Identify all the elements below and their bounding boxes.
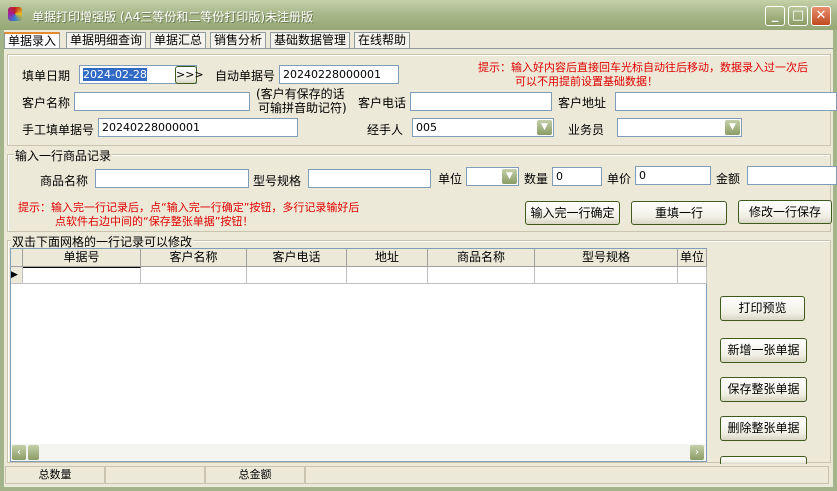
item-hint-line1: 提示：输入完一行记录后，点“输入完一行确定”按钮，多行记录输好后 (18, 201, 360, 214)
salesman-label: 业务员 (568, 123, 605, 137)
unit-label: 单位 (438, 172, 463, 186)
scroll-thumb[interactable] (28, 445, 39, 460)
column-header[interactable]: 单位 (678, 249, 707, 267)
item-group-title: 输入一行商品记录 (14, 147, 113, 164)
table-cell[interactable] (347, 267, 428, 284)
phone-input[interactable] (410, 92, 552, 111)
date-value: 2024-02-28 (83, 68, 147, 81)
auto-no-label: 自动单据号 (215, 69, 276, 83)
maximize-button[interactable]: □ (788, 6, 808, 26)
salesman-combo[interactable]: ▼ (617, 118, 742, 137)
spec-input[interactable] (308, 169, 431, 188)
scroll-right-icon[interactable]: › (690, 445, 704, 460)
scroll-left-icon[interactable]: ‹ (12, 445, 26, 460)
total-amount-label: 总金额 (205, 466, 305, 484)
total-qty-value (105, 466, 205, 484)
column-header[interactable]: 型号规格 (535, 249, 678, 267)
address-input[interactable] (615, 92, 837, 111)
table-cell[interactable] (535, 267, 678, 284)
horizontal-scrollbar[interactable]: ‹ › (11, 444, 706, 461)
date-picker-button[interactable]: >>> (175, 66, 204, 84)
column-header[interactable]: 地址 (347, 249, 428, 267)
chevron-down-icon[interactable]: ▼ (502, 169, 517, 184)
tab-divider (4, 48, 833, 49)
save-bill-button[interactable]: 保存整张单据 (720, 377, 807, 402)
tab-sales-analysis[interactable]: 销售分析 (210, 32, 267, 48)
item-hint-line2: 点软件右边中间的“保存整张单据”按钮！ (55, 215, 254, 228)
current-row-icon: ▶ (11, 267, 23, 284)
price-input[interactable]: 0 (635, 166, 711, 185)
delete-bill-button[interactable]: 删除整张单据 (720, 416, 807, 441)
row-indicator-header (11, 249, 23, 267)
amount-input[interactable] (747, 166, 837, 185)
table-cell[interactable] (23, 267, 141, 284)
modify-row-button[interactable]: 修改一行保存 (738, 200, 832, 224)
spec-label: 型号规格 (253, 174, 302, 188)
tab-entry[interactable]: 单据录入 (4, 32, 61, 49)
column-header[interactable]: 单据号 (23, 249, 141, 267)
handler-label: 经手人 (367, 123, 404, 137)
tab-summary[interactable]: 单据汇总 (150, 32, 207, 48)
manual-no-label: 手工填单据号 (22, 123, 95, 137)
new-bill-button[interactable]: 新增一张单据 (720, 338, 807, 363)
confirm-row-button[interactable]: 输入完一行确定 (525, 201, 620, 225)
manual-no-input[interactable]: 20240228000001 (98, 118, 298, 137)
tab-detail-query[interactable]: 单据明细查询 (66, 32, 147, 48)
table-cell[interactable] (141, 267, 247, 284)
price-label: 单价 (607, 172, 632, 186)
column-header[interactable]: 客户名称 (141, 249, 247, 267)
handler-value: 005 (416, 121, 437, 134)
print-preview-button[interactable]: 打印预览 (720, 296, 805, 321)
table-cell[interactable] (247, 267, 347, 284)
tab-base-data[interactable]: 基础数据管理 (270, 32, 351, 48)
close-button[interactable]: ✕ (811, 6, 831, 26)
item-name-label: 商品名称 (40, 174, 89, 188)
handler-combo[interactable]: 005 ▼ (412, 118, 554, 137)
tab-help[interactable]: 在线帮助 (354, 32, 411, 48)
title-bar: 单据打印增强版 (A4三等份和二等份打印版)未注册版 _ □ ✕ (0, 0, 837, 30)
minimize-button[interactable]: _ (765, 6, 785, 26)
records-grid[interactable]: 单据号 客户名称 客户电话 地址 商品名称 型号规格 单位 ▶ ‹ › (10, 248, 707, 462)
phone-label: 客户电话 (358, 96, 407, 110)
address-label: 客户地址 (558, 96, 607, 110)
date-label: 填单日期 (22, 69, 71, 83)
window-title: 单据打印增强版 (A4三等份和二等份打印版)未注册版 (32, 10, 314, 24)
customer-input[interactable] (74, 92, 250, 111)
app-logo-icon (8, 7, 22, 21)
auto-no-input[interactable]: 20240228000001 (279, 65, 399, 84)
item-name-input[interactable] (95, 169, 249, 188)
qty-label: 数量 (524, 172, 549, 186)
chevron-down-icon[interactable]: ▼ (725, 120, 740, 135)
header-hint-line1: 提示：输入好内容后直接回车光标自动往后移动，数据录入过一次后 (478, 61, 808, 74)
header-hint-line2: 可以不用提前设置基础数据！ (515, 75, 658, 88)
table-cell[interactable] (428, 267, 535, 284)
reset-row-button[interactable]: 重填一行 (631, 201, 727, 225)
unit-combo[interactable]: ▼ (466, 167, 519, 186)
table-cell[interactable] (678, 267, 707, 284)
customer-note-2: 可输拼音助记符) (258, 101, 347, 115)
chevron-down-icon[interactable]: ▼ (537, 120, 552, 135)
amount-label: 金额 (716, 172, 741, 186)
column-header[interactable]: 客户电话 (247, 249, 347, 267)
column-header[interactable]: 商品名称 (428, 249, 535, 267)
customer-note-1: (客户有保存的话 (256, 87, 345, 101)
total-amount-value (305, 466, 829, 484)
customer-label: 客户名称 (22, 96, 71, 110)
qty-input[interactable]: 0 (552, 167, 602, 186)
total-qty-label: 总数量 (5, 466, 105, 484)
extra-button-partial[interactable] (720, 456, 807, 464)
